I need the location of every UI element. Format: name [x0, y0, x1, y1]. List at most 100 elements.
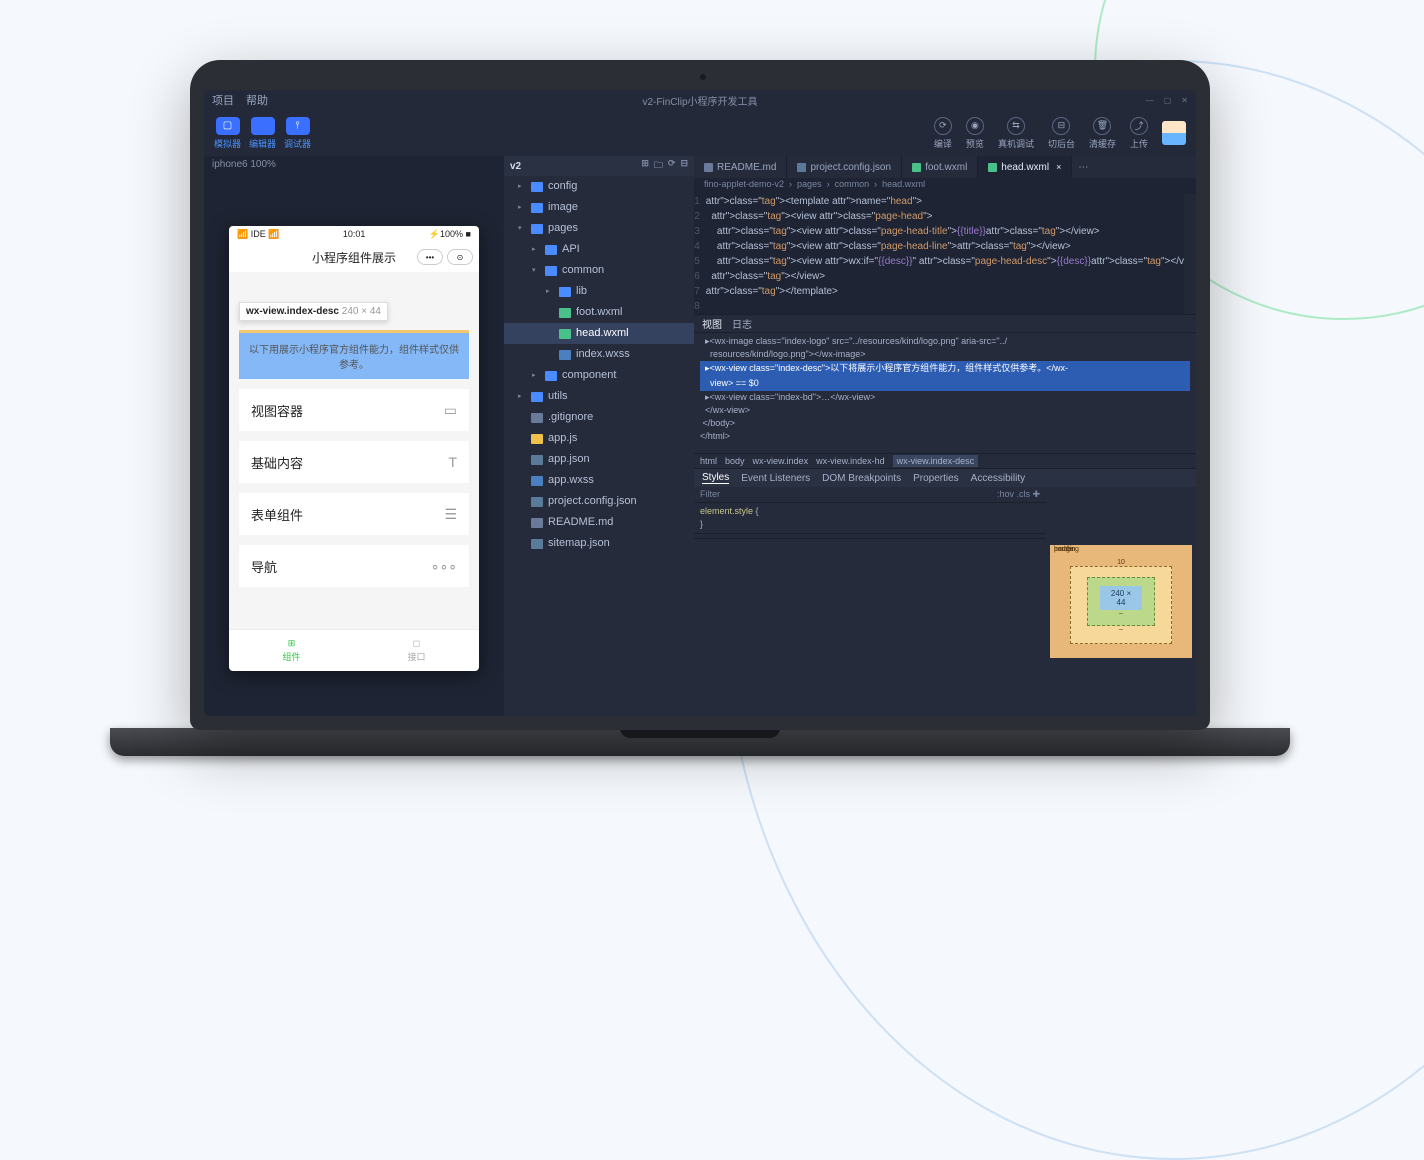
sim-menu-item[interactable]: 视图容器 ▭	[239, 389, 469, 431]
ide-window: 项目 帮助 v2-FinClip小程序开发工具 — ▢ ✕ ▢ 模拟器 编辑器 …	[204, 90, 1196, 716]
styles-filter-input[interactable]: Filter	[700, 488, 720, 501]
toolbar-btn-label: 真机调试	[998, 137, 1034, 150]
editor-tab[interactable]: foot.wxml	[902, 156, 978, 178]
toolbar-btn-4[interactable]: 🗑 清缓存	[1089, 117, 1116, 150]
tree-row[interactable]: ▾ pages	[504, 218, 694, 239]
phone-tab-item[interactable]: ⊞ 组件	[229, 630, 354, 671]
styles-pane[interactable]: Filter :hov .cls ✚ element.style {} </sp…	[694, 487, 1046, 716]
breadcrumb-segment[interactable]: pages	[797, 179, 822, 193]
menu-project[interactable]: 项目	[212, 92, 234, 108]
menu-help[interactable]: 帮助	[246, 92, 268, 108]
collapse-all-icon[interactable]: ⊟	[680, 158, 688, 174]
avatar[interactable]	[1162, 121, 1186, 145]
new-folder-icon[interactable]: 🗀	[654, 158, 663, 174]
code-editor[interactable]: 12345678 attr">class="tag"><template att…	[694, 194, 1196, 314]
tree-file-icon	[559, 329, 571, 339]
dom-tree-line[interactable]: view> == $0	[700, 376, 1190, 391]
capsule-close-icon[interactable]: ⊙	[447, 249, 473, 265]
tree-row[interactable]: app.json	[504, 449, 694, 470]
phone-tab-item[interactable]: ◻ 接口	[354, 630, 479, 671]
sim-menu-item[interactable]: 表单组件 ☰	[239, 493, 469, 535]
phone-simulator[interactable]: 📶 IDE 📶 10:01 ⚡100% ■ 小程序组件展示 ••• ⊙	[229, 226, 479, 671]
maximize-icon[interactable]: ▢	[1164, 96, 1172, 105]
tree-arrow-icon: ▾	[518, 220, 526, 237]
toolbar-chip-0[interactable]: ▢ 模拟器	[214, 117, 241, 150]
sim-menu-item[interactable]: 基础内容 T	[239, 441, 469, 483]
tree-row[interactable]: ▸ API	[504, 239, 694, 260]
style-tab[interactable]: Properties	[913, 473, 959, 484]
toolbar-btn-1[interactable]: ◉ 预览	[966, 117, 984, 150]
breadcrumb-segment[interactable]: head.wxml	[882, 179, 925, 193]
close-icon[interactable]: ✕	[1181, 96, 1188, 105]
project-root-label[interactable]: v2	[510, 161, 521, 172]
editor-tabs-more-icon[interactable]: ⋯	[1072, 156, 1094, 178]
breadcrumb-segment[interactable]: fino-applet-demo-v2	[704, 179, 784, 193]
tree-arrow-icon: ▸	[518, 199, 526, 216]
dom-crumb-segment[interactable]: wx-view.index-desc	[893, 455, 979, 467]
dom-tree-line[interactable]: </html>	[700, 430, 1190, 443]
editor-tab[interactable]: project.config.json	[787, 156, 902, 178]
tree-row[interactable]: ▸ lib	[504, 281, 694, 302]
dom-tree-line[interactable]: resources/kind/logo.png"></wx-image>	[700, 348, 1190, 361]
style-tab[interactable]: Accessibility	[971, 473, 1025, 484]
toolbar-btn-2[interactable]: ⇆ 真机调试	[998, 117, 1034, 150]
dom-crumb-segment[interactable]: wx-view.index-hd	[816, 456, 885, 466]
tree-row[interactable]: project.config.json	[504, 491, 694, 512]
css-rule[interactable]: </span> <span class="sel-name">.index-de…	[694, 534, 1046, 539]
dom-crumb-segment[interactable]: wx-view.index	[753, 456, 809, 466]
tree-row[interactable]: sitemap.json	[504, 533, 694, 554]
tree-node-label: image	[548, 199, 578, 216]
style-tab[interactable]: Event Listeners	[741, 473, 810, 484]
tree-row[interactable]: README.md	[504, 512, 694, 533]
dom-tree-line[interactable]: </body>	[700, 417, 1190, 430]
new-file-icon[interactable]: ⊞	[641, 158, 649, 174]
breadcrumb-segment[interactable]: common	[835, 179, 870, 193]
devtools-top-tab[interactable]: 日志	[732, 316, 752, 331]
toolbar-btn-5[interactable]: ⤴ 上传	[1130, 117, 1148, 150]
toolbar-btn-3[interactable]: ⊟ 切后台	[1048, 117, 1075, 150]
editor-tab-close-icon[interactable]: ×	[1056, 162, 1061, 172]
tree-row[interactable]: ▸ component	[504, 365, 694, 386]
capsule-menu-icon[interactable]: •••	[417, 249, 443, 265]
tree-row[interactable]: ▸ image	[504, 197, 694, 218]
dom-tree-line[interactable]: ▸<wx-image class="index-logo" src="../re…	[700, 335, 1190, 348]
tree-row[interactable]: ▾ common	[504, 260, 694, 281]
tree-row[interactable]: app.js	[504, 428, 694, 449]
tree-row[interactable]: ▸ utils	[504, 386, 694, 407]
sim-menu-item[interactable]: 导航 ∘∘∘	[239, 545, 469, 587]
css-rule[interactable]: element.style {}	[694, 503, 1046, 534]
dom-tree-line[interactable]: ▸<wx-view class="index-desc">以下将展示小程序官方组…	[700, 361, 1190, 376]
dom-tree-line[interactable]: ▸<wx-view class="index-bd">…</wx-view>	[700, 391, 1190, 404]
breadcrumb-segment[interactable]: ›	[789, 179, 792, 193]
editor-tab[interactable]: README.md	[694, 156, 787, 178]
refresh-icon[interactable]: ⟳	[668, 158, 676, 174]
dom-tree-pane[interactable]: ▸<wx-image class="index-logo" src="../re…	[694, 333, 1196, 453]
tree-row[interactable]: index.wxss	[504, 344, 694, 365]
tree-row[interactable]: .gitignore	[504, 407, 694, 428]
toolbar-chip-1[interactable]: 编辑器	[249, 117, 276, 150]
style-tab[interactable]: Styles	[702, 472, 729, 484]
minimap[interactable]	[1184, 194, 1196, 314]
toolbar-btn-0[interactable]: ⟳ 编译	[934, 117, 952, 150]
tree-row[interactable]: ▸ config	[504, 176, 694, 197]
code-content[interactable]: attr">class="tag"><template attr">name="…	[706, 194, 1184, 314]
style-tab[interactable]: DOM Breakpoints	[822, 473, 901, 484]
styles-hov-cls-toggle[interactable]: :hov .cls ✚	[997, 488, 1040, 501]
breadcrumb-segment[interactable]: ›	[827, 179, 830, 193]
tree-row[interactable]: foot.wxml	[504, 302, 694, 323]
dom-tree-line[interactable]: </wx-view>	[700, 404, 1190, 417]
minimize-icon[interactable]: —	[1146, 96, 1154, 105]
breadcrumb-segment[interactable]: ›	[874, 179, 877, 193]
dom-crumb-segment[interactable]: html	[700, 456, 717, 466]
editor-tab[interactable]: head.wxml ×	[978, 156, 1072, 178]
tree-arrow-icon: ▸	[546, 283, 554, 300]
toolbar-chip-2[interactable]: ⫯ 调试器	[284, 117, 311, 150]
phone-tab-icon: ⊞	[288, 638, 296, 649]
sim-menu-label: 导航	[251, 557, 277, 576]
dom-crumb-segment[interactable]: body	[725, 456, 745, 466]
highlighted-index-desc[interactable]: 以下用展示小程序官方组件能力，组件样式仅供参考。	[239, 330, 469, 379]
tree-file-icon	[559, 350, 571, 360]
devtools-top-tab[interactable]: 视图	[702, 316, 722, 331]
tree-row[interactable]: app.wxss	[504, 470, 694, 491]
tree-row[interactable]: head.wxml	[504, 323, 694, 344]
